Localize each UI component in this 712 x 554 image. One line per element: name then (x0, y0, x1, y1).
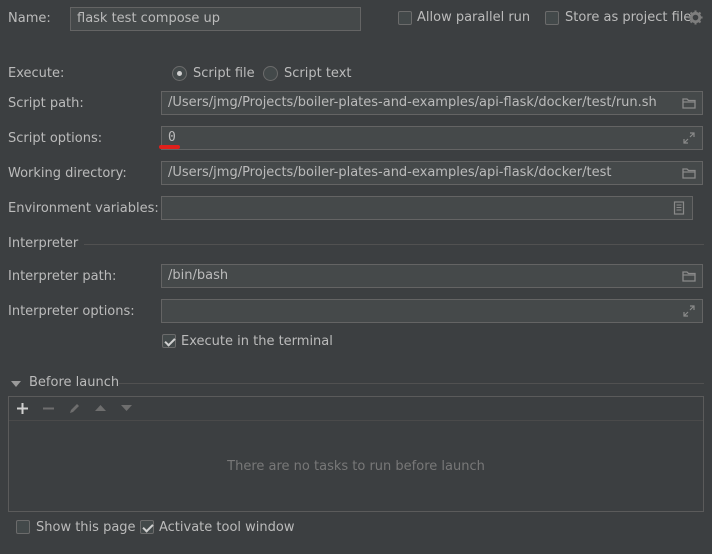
show-this-page-checkbox[interactable] (16, 520, 30, 534)
activate-tool-window-checkbox[interactable] (140, 520, 154, 534)
before-launch-panel: There are no tasks to run before launch (8, 396, 704, 512)
move-up-icon[interactable] (92, 400, 108, 416)
script-path-label: Script path: (8, 96, 84, 111)
before-launch-toolbar (9, 397, 703, 421)
gear-icon[interactable] (688, 10, 704, 26)
remove-icon[interactable] (40, 400, 56, 416)
script-text-label: Script text (284, 66, 352, 81)
execute-label: Execute: (8, 66, 65, 81)
folder-icon[interactable] (682, 269, 696, 283)
working-directory-input[interactable]: /Users/jmg/Projects/boiler-plates-and-ex… (161, 161, 703, 185)
script-options-input[interactable]: 0 (161, 126, 703, 150)
script-file-radio[interactable] (172, 66, 187, 81)
script-file-label: Script file (193, 66, 255, 81)
document-icon[interactable] (672, 201, 686, 215)
name-input[interactable]: flask test compose up (70, 7, 361, 31)
execute-in-terminal-checkbox[interactable] (162, 334, 176, 348)
before-launch-empty: There are no tasks to run before launch (9, 421, 703, 511)
expand-icon[interactable] (682, 304, 696, 318)
allow-parallel-run-label: Allow parallel run (417, 10, 531, 25)
move-down-icon[interactable] (118, 400, 134, 416)
working-directory-value: /Users/jmg/Projects/boiler-plates-and-ex… (168, 165, 612, 180)
expand-icon[interactable] (682, 131, 696, 145)
edit-pencil-icon[interactable] (66, 400, 82, 416)
interpreter-path-input[interactable]: /bin/bash (161, 264, 703, 288)
folder-icon[interactable] (682, 96, 696, 110)
interpreter-options-label: Interpreter options: (8, 304, 135, 319)
store-as-project-file-checkbox[interactable] (545, 11, 559, 25)
name-label: Name: (8, 11, 51, 26)
before-launch-separator (119, 383, 704, 384)
collapse-triangle-icon[interactable] (11, 377, 21, 387)
folder-icon[interactable] (682, 166, 696, 180)
store-as-project-file-label: Store as project file (565, 10, 692, 25)
working-directory-label: Working directory: (8, 166, 127, 181)
name-input-value: flask test compose up (77, 11, 221, 26)
interpreter-options-input[interactable] (161, 299, 703, 323)
before-launch-empty-text: There are no tasks to run before launch (227, 458, 485, 474)
environment-variables-label: Environment variables: (8, 201, 159, 216)
activate-tool-window-label: Activate tool window (159, 520, 295, 535)
interpreter-path-label: Interpreter path: (8, 269, 117, 284)
script-options-label: Script options: (8, 131, 103, 146)
script-path-input[interactable]: /Users/jmg/Projects/boiler-plates-and-ex… (161, 91, 703, 115)
allow-parallel-run-checkbox[interactable] (398, 11, 412, 25)
interpreter-section-title: Interpreter (8, 236, 79, 251)
script-text-radio[interactable] (263, 66, 278, 81)
interpreter-separator (84, 244, 704, 245)
execute-in-terminal-label: Execute in the terminal (181, 334, 333, 349)
before-launch-title: Before launch (29, 375, 120, 390)
script-path-value: /Users/jmg/Projects/boiler-plates-and-ex… (168, 95, 657, 110)
environment-variables-input[interactable] (161, 196, 693, 220)
annotation-underline (159, 145, 180, 149)
show-this-page-label: Show this page (36, 520, 136, 535)
add-icon[interactable] (14, 400, 30, 416)
interpreter-path-value: /bin/bash (168, 268, 229, 283)
